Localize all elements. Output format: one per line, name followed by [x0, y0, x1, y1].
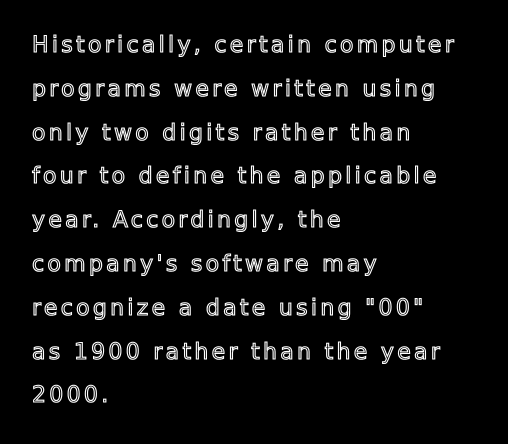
- paragraph-line: programs were written using: [31, 76, 439, 102]
- paragraph-line: four to define the applicable: [31, 164, 440, 190]
- paragraph-line: as 1900 rather than the year: [31, 339, 444, 365]
- paragraph-line: 2000.: [31, 383, 112, 409]
- paragraph-line: year. Accordingly, the: [31, 208, 344, 234]
- paragraph-line: recognize a date using "00": [31, 295, 427, 321]
- paragraph-line: company's software may: [31, 251, 380, 277]
- paragraph-line: only two digits rather than: [31, 120, 414, 146]
- paragraph: Historically, certain computer programs …: [31, 28, 502, 422]
- document-page: Historically, certain computer programs …: [0, 0, 508, 444]
- paragraph-line: Historically, certain computer: [31, 32, 458, 58]
